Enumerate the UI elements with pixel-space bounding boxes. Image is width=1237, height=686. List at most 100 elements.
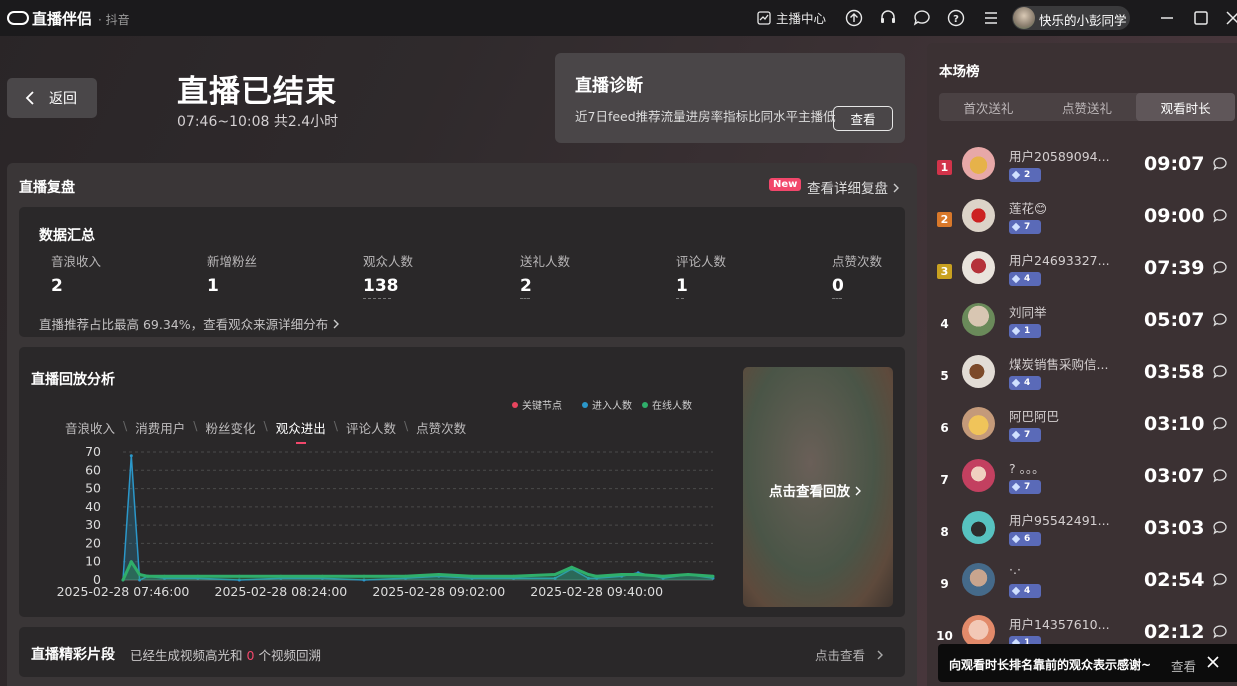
maximize-icon[interactable] — [1191, 8, 1211, 28]
close-icon[interactable] — [1223, 8, 1237, 28]
viewer-name: 用户95542491... — [1009, 513, 1110, 528]
metric-commenters[interactable]: 评论人数 1 — [676, 251, 726, 299]
avatar[interactable] — [962, 407, 995, 440]
fan-level-badge: 6 — [1009, 532, 1041, 546]
leaderboard-row[interactable]: 3 用户24693327... 4 07:39 — [927, 251, 1237, 303]
data-point — [711, 574, 715, 578]
data-point — [196, 574, 200, 578]
headset-icon[interactable] — [879, 9, 897, 27]
chat-icon[interactable] — [1212, 468, 1228, 484]
avatar[interactable] — [962, 511, 995, 544]
user-profile-chip[interactable]: 快乐的小彭同学 — [1012, 6, 1130, 30]
data-point — [595, 574, 599, 578]
chart-tabs: 音浪收入 \ 消费用户 \ 粉丝变化 \ 观众进出 \ 评论人数 \ 点赞次数 — [65, 418, 467, 444]
fan-level-badge: 4 — [1009, 584, 1041, 598]
highlights-title: 直播精彩片段 — [31, 647, 115, 663]
avatar[interactable] — [962, 355, 995, 388]
y-tick-label: 60 — [85, 462, 101, 477]
diagnosis-view-button[interactable]: 查看 — [833, 106, 893, 131]
avatar[interactable] — [962, 459, 995, 492]
viewer-name: 煤炭销售采购信... — [1009, 357, 1109, 372]
summary-footer-link[interactable]: 直播推荐占比最高 69.34%，查看观众来源详细分布 — [39, 314, 340, 333]
chevron-left-icon — [25, 91, 34, 105]
leaderboard-row[interactable]: 2 莲花😊 7 09:00 — [927, 199, 1237, 251]
chat-icon[interactable] — [1212, 572, 1228, 588]
anchor-center-button[interactable]: 主播中心 — [757, 8, 826, 27]
close-icon[interactable] — [1206, 655, 1220, 669]
viewer-name: 阿巴阿巴 — [1009, 409, 1060, 424]
highlights-text-pre: 已经生成视频高光和 — [130, 648, 243, 663]
tab-first-gift[interactable]: 首次送礼 — [939, 93, 1038, 121]
app-name: 直播伴侣 — [32, 10, 93, 28]
rank-number: 3 — [937, 264, 952, 279]
menu-icon[interactable] — [982, 9, 1000, 27]
avatar[interactable] — [962, 199, 995, 232]
viewer-flow-chart[interactable]: 7060504030201002025-02-28 07:46:00 2025-0… — [19, 439, 729, 609]
viewer-name: 刘同举 — [1009, 305, 1047, 320]
minimize-icon[interactable] — [1157, 8, 1177, 28]
leaderboard-row[interactable]: 5 煤炭销售采购信... 4 03:58 — [927, 355, 1237, 407]
data-point — [138, 573, 142, 576]
metric-gifters[interactable]: 送礼人数 2 — [520, 251, 570, 299]
detail-review-link[interactable]: 查看详细复盘 — [807, 177, 900, 197]
tab-fan-change[interactable]: 粉丝变化 — [205, 418, 255, 437]
dashed-underline — [676, 298, 684, 299]
leaderboard-row[interactable]: 6 阿巴阿巴 7 03:10 — [927, 407, 1237, 459]
replay-thumbnail[interactable]: 点击查看回放 — [743, 367, 893, 607]
legend-label: 进入人数 — [592, 401, 632, 412]
legend-label: 在线人数 — [652, 401, 692, 412]
tab-likes[interactable]: 点赞次数 — [416, 418, 466, 437]
x-tick-label: 2025-02-28 09:02:00 — [372, 584, 505, 599]
chat-icon[interactable] — [1212, 364, 1228, 380]
back-button[interactable]: 返回 — [7, 78, 97, 118]
thanks-toast: 向观看时长排名靠前的观众表示感谢~ 查看 — [938, 644, 1237, 682]
tab-gift-income[interactable]: 音浪收入 — [65, 418, 115, 437]
dashed-underline — [832, 298, 842, 299]
chat-icon[interactable] — [1212, 156, 1228, 172]
tab-viewer-flow[interactable]: 观众进出 — [276, 418, 326, 444]
metric-viewers[interactable]: 观众人数 138 — [363, 251, 413, 299]
data-point — [121, 578, 125, 582]
y-tick-label: 10 — [85, 554, 101, 569]
fan-level-badge: 4 — [1009, 376, 1041, 390]
metric-value: 1 — [676, 276, 688, 296]
upload-icon[interactable] — [845, 9, 863, 27]
chat-icon[interactable] — [1212, 416, 1228, 432]
leaderboard-row[interactable]: 8 用户95542491... 6 03:03 — [927, 511, 1237, 563]
data-summary-card: 数据汇总 音浪收入 2 新增粉丝 1 观众人数 138 送礼人数 2 评论人数 … — [19, 207, 905, 337]
leaderboard-row[interactable]: 9 ·.· 4 02:54 — [927, 562, 1237, 615]
dashed-underline — [520, 298, 530, 299]
toast-view-button[interactable]: 查看 — [1171, 656, 1196, 675]
rank-number: 9 — [940, 576, 949, 591]
chat-icon[interactable] — [1212, 208, 1228, 224]
tab-commenters[interactable]: 评论人数 — [346, 418, 396, 437]
highlights-text-post: 个视频回溯 — [258, 648, 321, 663]
y-tick-label: 20 — [85, 535, 101, 550]
leaderboard-row[interactable]: 7 ? 。。。 7 03:07 — [927, 459, 1237, 511]
avatar[interactable] — [962, 147, 995, 180]
chevron-right-icon — [877, 650, 883, 660]
metric-value: 2 — [51, 276, 63, 296]
chat-icon[interactable] — [1212, 624, 1228, 640]
message-icon[interactable] — [913, 9, 931, 27]
viewer-name: 用户20589094... — [1009, 149, 1110, 164]
tab-watch-time[interactable]: 观看时长 — [1136, 93, 1236, 121]
leaderboard-tabs: 首次送礼 点赞送礼 观看时长 — [939, 93, 1236, 121]
chat-icon[interactable] — [1212, 260, 1228, 276]
leaderboard-row[interactable]: 4 刘同举 1 05:07 — [927, 303, 1237, 355]
avatar[interactable] — [962, 251, 995, 284]
avatar[interactable] — [962, 303, 995, 336]
avatar[interactable] — [962, 563, 995, 596]
legend-label: 关键节点 — [522, 401, 562, 412]
metric-likes[interactable]: 点赞次数 0 — [832, 251, 882, 299]
data-point — [146, 574, 150, 578]
chat-icon[interactable] — [1212, 520, 1228, 536]
metric-new-fans: 新增粉丝 1 — [207, 251, 257, 296]
leaderboard-row[interactable]: 1 用户20589094... 2 09:07 — [927, 147, 1237, 199]
tab-consumers[interactable]: 消费用户 — [135, 418, 185, 437]
tab-like-gift[interactable]: 点赞送礼 — [1038, 93, 1137, 121]
help-icon[interactable]: ? — [947, 9, 965, 27]
highlights-view-link[interactable]: 点击查看 — [815, 645, 885, 664]
chat-icon[interactable] — [1212, 312, 1228, 328]
summary-footer-text: 直播推荐占比最高 69.34%，查看观众来源详细分布 — [39, 317, 329, 332]
